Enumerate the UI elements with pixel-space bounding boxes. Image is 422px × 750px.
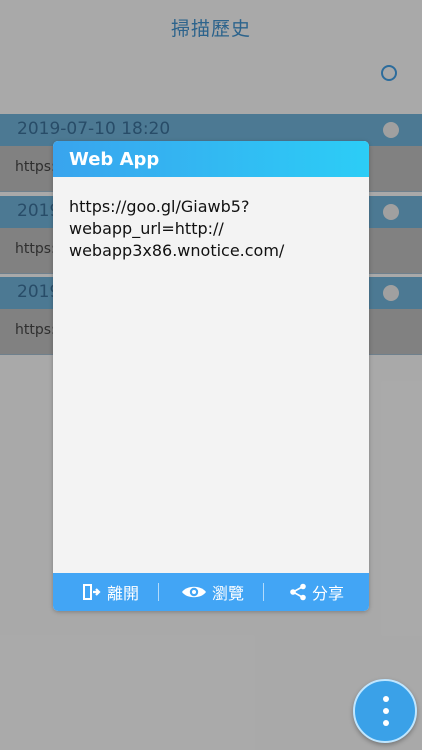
footer-divider (158, 583, 159, 601)
share-button[interactable]: 分享 (269, 573, 364, 611)
browse-button[interactable]: 瀏覽 (165, 573, 260, 611)
exit-door-icon (82, 584, 101, 600)
content-line: webapp_url=http:// (69, 219, 224, 238)
dialog-title: Web App (69, 149, 160, 170)
dialog-header: Web App (53, 141, 369, 177)
browse-label: 瀏覽 (211, 584, 244, 603)
content-line: https://goo.gl/Giawb5? (69, 197, 250, 216)
share-label: 分享 (311, 584, 344, 603)
more-menu-button[interactable] (353, 679, 417, 743)
footer-divider (263, 583, 264, 601)
dialog-content: https://goo.gl/Giawb5? webapp_url=http:/… (69, 196, 349, 262)
content-line: webapp3x86.wnotice.com/ (69, 241, 285, 260)
eye-icon (181, 586, 206, 598)
share-icon (290, 583, 306, 601)
dialog-footer: 離開 瀏覽 分享 (53, 573, 369, 611)
exit-button[interactable]: 離開 (63, 573, 158, 611)
exit-label: 離開 (106, 584, 139, 603)
web-app-dialog: Web App https://goo.gl/Giawb5? webapp_ur… (53, 141, 369, 611)
